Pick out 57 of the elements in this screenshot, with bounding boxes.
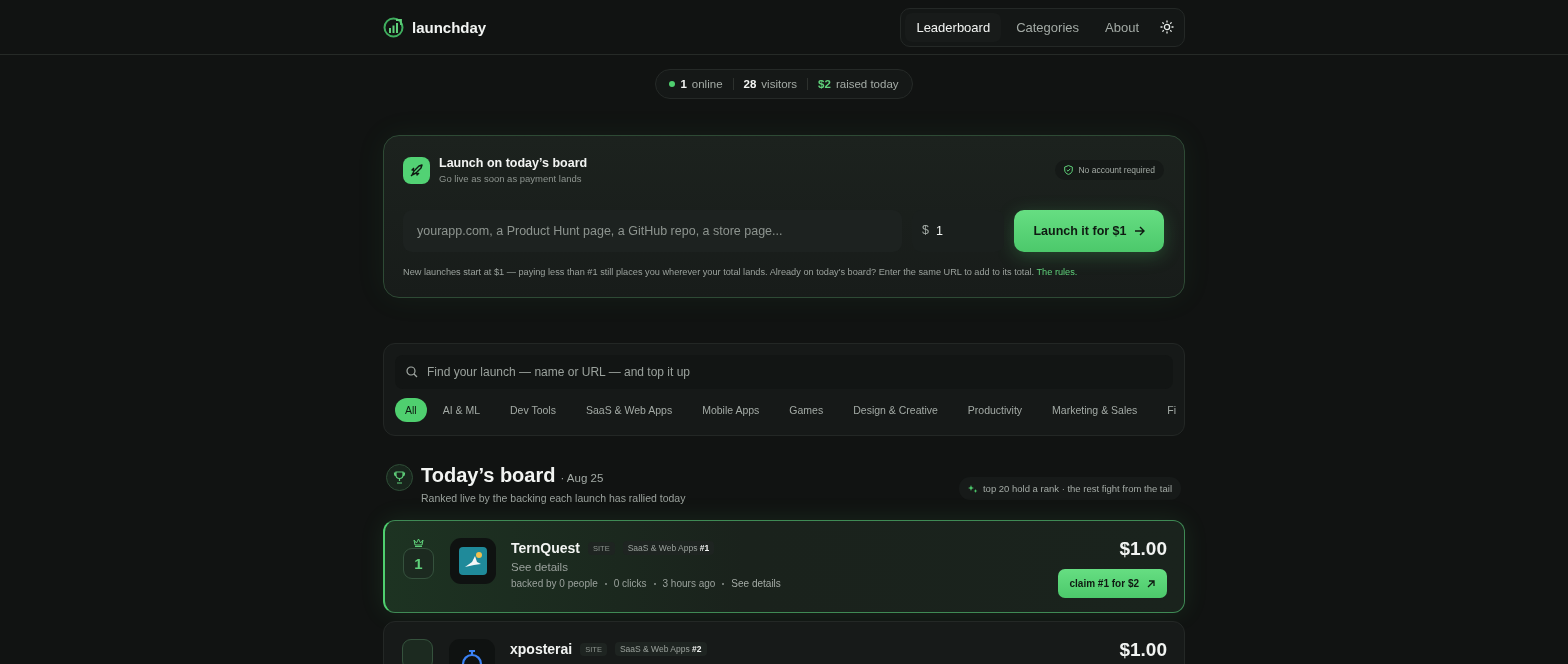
launch-amount: $1.00 (1119, 538, 1167, 560)
category-chip[interactable]: Design & Creative (843, 398, 948, 422)
category-chip[interactable]: AI & ML (432, 398, 491, 422)
sparkles-icon (967, 483, 978, 494)
launch-amount: $1.00 (1119, 639, 1167, 661)
raised-amount: $2 (818, 78, 831, 90)
category-chip[interactable]: Mobile Apps (692, 398, 770, 422)
card-subtitle: Go live as soon as payment lands (439, 173, 583, 184)
visitors-label: visitors (761, 78, 798, 90)
nav-link[interactable]: Leaderboard (905, 12, 1002, 42)
category-tag: SaaS & Web Apps #1 (622, 541, 715, 555)
clicks-count: 0 clicks (613, 578, 647, 589)
crown-icon (413, 538, 424, 547)
hint-label: top 20 hold a rank · the rest fight from the tail (982, 483, 1172, 494)
board-title: Today’s board (421, 464, 556, 487)
rocket-icon (403, 156, 430, 184)
online-count: 1 (680, 78, 687, 90)
launch-name[interactable]: xposterai (510, 641, 573, 657)
info-note: New launches start at $1 — paying less than #1 still places you wherever your total lands. Already on today's board? Enter the same URL to add to its total. The rules. (403, 267, 1079, 277)
launch-description: See details (511, 561, 569, 573)
category-tag: SaaS & Web Apps #2 (614, 642, 707, 656)
details-link[interactable]: See details (731, 578, 781, 589)
sun-icon[interactable] (1160, 20, 1174, 34)
logo-text[interactable]: launchday (412, 18, 487, 36)
url-field[interactable]: yourapp.com, a Product Hunt page, a GitHub repo, a store page... (403, 210, 902, 252)
category-chip[interactable]: Productivity (957, 398, 1033, 422)
launch-name[interactable]: TernQuest (511, 540, 580, 556)
category-chip[interactable]: All (395, 398, 427, 422)
visitors-count: 28 (743, 78, 757, 90)
category-chip[interactable]: Games (779, 398, 834, 422)
board-subtitle: Ranked live by the backing each launch has rallied today (421, 492, 686, 504)
online-label: online (691, 78, 723, 90)
app-logo (450, 538, 496, 584)
nav-link[interactable]: Categories (1005, 12, 1090, 42)
arrow-up-right-icon (1147, 579, 1155, 588)
rank-badge: 1 (403, 548, 434, 579)
badge-label: No account required (1078, 165, 1155, 175)
logo-icon (383, 16, 404, 38)
category-chip[interactable]: Fi (1157, 398, 1187, 422)
nav-link[interactable]: About (1094, 12, 1150, 42)
arrow-right-icon (1133, 226, 1145, 236)
rules-link[interactable]: The rules. (1036, 267, 1078, 277)
backers-count: backed by 0 people (511, 578, 598, 589)
claim-button[interactable]: claim #1 for $2 (1057, 569, 1167, 598)
category-chip[interactable]: Dev Tools (500, 398, 566, 422)
card-title: Launch on today’s board (439, 156, 588, 170)
category-chip[interactable]: Marketing & Sales (1042, 398, 1148, 422)
search-field[interactable]: Find your launch — name or URL — and top it up (395, 355, 1173, 389)
shield-check-icon (1064, 165, 1074, 175)
launch-time: 3 hours ago (662, 578, 716, 589)
trophy-icon (386, 464, 413, 491)
currency-label: $ (922, 223, 929, 237)
online-dot (669, 81, 676, 87)
raised-label: raised today (835, 78, 899, 90)
category-chip[interactable]: SaaS & Web Apps (575, 398, 683, 422)
board-date: · Aug 25 (560, 472, 604, 484)
launch-button[interactable]: Launch it for $1 (1014, 210, 1164, 252)
